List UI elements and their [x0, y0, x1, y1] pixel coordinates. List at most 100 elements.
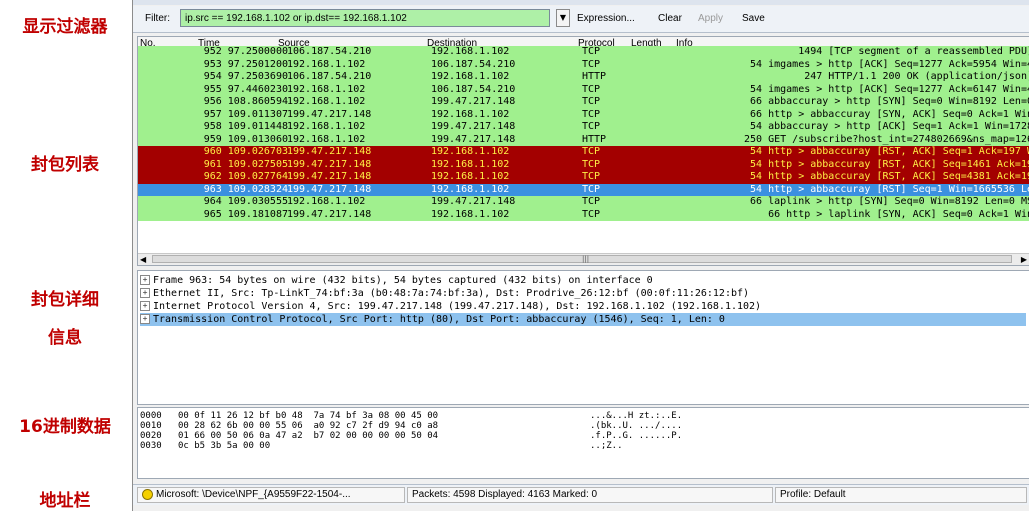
packet-list-pane: No. Time Source Destination Protocol Len…	[137, 36, 1029, 266]
packet-details-pane: + Frame 963: 54 bytes on wire (432 bits),…	[137, 270, 1029, 405]
packet-row[interactable]: 964 109.030555 192.168.1.102 199.47.217.14…	[138, 196, 1029, 209]
detail-tree-item[interactable]: + Frame 963: 54 bytes on wire (432 bits),…	[140, 274, 1026, 287]
packet-length-info: 250 GET /subscribe?host_int=274802669&ns…	[744, 133, 1029, 145]
hex-ascii: .f.P..G. ......P.	[590, 431, 683, 441]
packet-row[interactable]: 960 109.026703 199.47.217.148 192.168.1.10…	[138, 146, 1029, 159]
scroll-left-icon[interactable]: ◀	[140, 254, 146, 265]
save-button[interactable]: Save	[742, 13, 765, 24]
hex-offset: 0030	[140, 441, 162, 451]
packet-destination: 192.168.1.102	[431, 183, 510, 195]
packet-length-info: 66 laplink > http [SYN] Seq=0 Win=8192 L…	[750, 196, 1029, 207]
annotation-hex: 16进制数据	[19, 417, 111, 437]
packet-length-info: 66 abbaccuray > http [SYN] Seq=0 Win=819…	[750, 96, 1029, 107]
expand-plus-icon[interactable]: +	[140, 275, 150, 285]
packet-source: 192.168.1.102	[287, 196, 366, 207]
packet-list-hscrollbar[interactable]: ◀ ||| ▶	[138, 253, 1029, 265]
packet-no-time: 952 97.2500000	[203, 46, 288, 57]
detail-text: Transmission Control Protocol, Src Port:…	[153, 314, 725, 325]
packet-destination: 106.187.54.210	[431, 83, 516, 95]
packet-no-time: 953 97.2501200	[203, 58, 288, 70]
packet-length-info: 54 http > abbaccuray [RST] Seq=1 Win=166…	[750, 183, 1029, 195]
grip-icon: |||	[582, 255, 590, 263]
filter-label: Filter:	[145, 13, 170, 24]
packet-length-info: 54 imgames > http [ACK] Seq=1277 Ack=614…	[750, 83, 1029, 95]
packet-no-time: 959 109.013060	[203, 133, 288, 145]
detail-tree-item[interactable]: + Transmission Control Protocol, Src Port…	[140, 313, 1026, 326]
packet-row[interactable]: 956 108.860594 192.168.1.102 199.47.217.14…	[138, 96, 1029, 109]
expression-button[interactable]: Expression...	[577, 13, 635, 24]
status-packets: Packets: 4598 Displayed: 4163 Marked: 0	[407, 487, 773, 503]
packet-no-time: 962 109.027764	[203, 171, 288, 182]
packet-row[interactable]: 963 109.028324 199.47.217.148 192.168.1.10…	[138, 183, 1029, 196]
packet-protocol: TCP	[582, 171, 601, 182]
hex-bytes: 0c b5 3b 5a 00 00	[178, 441, 271, 451]
packet-destination: 199.47.217.148	[431, 121, 516, 132]
packet-destination: 192.168.1.102	[431, 46, 510, 57]
expand-plus-icon[interactable]: +	[140, 314, 150, 324]
hex-bytes: 00 0f 11 26 12 bf b0 48 7a 74 bf 3a 08 0…	[178, 411, 439, 421]
clear-button[interactable]: Clear	[658, 13, 682, 24]
packet-protocol: TCP	[582, 208, 601, 220]
packet-length-info: 1494 [TCP segment of a reassembled PDU]	[798, 46, 1029, 57]
expand-plus-icon[interactable]: +	[140, 301, 150, 311]
packet-length-info: 54 imgames > http [ACK] Seq=1277 Ack=595…	[750, 58, 1029, 70]
packet-length-info: 54 http > abbaccuray [RST, ACK] Seq=4381…	[750, 171, 1029, 182]
packet-destination: 192.168.1.102	[431, 71, 510, 82]
scroll-right-icon[interactable]: ▶	[1021, 254, 1027, 265]
packet-row[interactable]: 958 109.011448 192.168.1.102 199.47.217.14…	[138, 121, 1029, 134]
packet-no-time: 955 97.4460230	[203, 83, 288, 95]
packet-row[interactable]: 955 97.4460230 192.168.1.102 106.187.54.21…	[138, 83, 1029, 96]
packet-source: 192.168.1.102	[287, 121, 366, 132]
packet-protocol: TCP	[582, 108, 601, 120]
expand-plus-icon[interactable]: +	[140, 288, 150, 298]
packet-row[interactable]: 962 109.027764 199.47.217.148 192.168.1.10…	[138, 171, 1029, 184]
status-profile[interactable]: Profile: Default	[775, 487, 1027, 503]
packet-source: 192.168.1.102	[287, 133, 366, 145]
annotation-packet-details-1: 封包详细	[31, 290, 99, 310]
annotation-packet-list: 封包列表	[31, 155, 99, 175]
packet-source: 106.187.54.210	[287, 46, 372, 57]
packet-no-time: 961 109.027505	[203, 158, 288, 170]
packet-no-time: 957 109.011307	[203, 108, 288, 120]
packet-length-info: 66 http > laplink [SYN, ACK] Seq=0 Ack=1…	[768, 208, 1029, 220]
packet-length-info: 247 HTTP/1.1 200 OK (application/json)	[804, 71, 1029, 82]
packet-source: 199.47.217.148	[287, 108, 372, 120]
packet-bytes-pane: 0000 00 0f 11 26 12 bf b0 48 7a 74 bf 3a …	[137, 407, 1029, 479]
packet-destination: 192.168.1.102	[431, 108, 510, 120]
packet-row[interactable]: 965 109.181087 199.47.217.148 192.168.1.10…	[138, 208, 1029, 221]
packet-source: 199.47.217.148	[287, 183, 372, 195]
detail-text: Internet Protocol Version 4, Src: 199.47…	[153, 301, 762, 312]
filter-dropdown-button[interactable]: ▼	[556, 9, 570, 27]
packet-length-info: 66 http > abbaccuray [SYN, ACK] Seq=0 Ac…	[750, 108, 1029, 120]
detail-text: Frame 963: 54 bytes on wire (432 bits), …	[153, 275, 653, 286]
packet-source: 199.47.217.148	[287, 158, 372, 170]
filter-input[interactable]: ip.src == 192.168.1.102 or ip.dst== 192.…	[180, 9, 550, 27]
packet-row[interactable]: 959 109.013060 192.168.1.102 199.47.217.14…	[138, 133, 1029, 146]
packet-destination: 199.47.217.148	[431, 196, 516, 207]
wireshark-window: Filter: ip.src == 192.168.1.102 or ip.ds…	[132, 0, 1029, 511]
packet-protocol: TCP	[582, 83, 601, 95]
packet-row[interactable]: 954 97.2503690 106.187.54.210 192.168.1.10…	[138, 71, 1029, 84]
packet-row[interactable]: 953 97.2501200 192.168.1.102 106.187.54.21…	[138, 58, 1029, 71]
packet-no-time: 965 109.181087	[203, 208, 288, 220]
status-interface-text: Microsoft: \Device\NPF_{A9559F22-1504-..…	[156, 489, 351, 500]
packet-source: 192.168.1.102	[287, 58, 366, 70]
packet-protocol: TCP	[582, 196, 601, 207]
annotation-packet-details-2: 信息	[48, 328, 82, 348]
status-indicator-icon	[142, 488, 153, 500]
apply-button[interactable]: Apply	[698, 13, 723, 24]
packet-row[interactable]: 952 97.2500000 106.187.54.210 192.168.1.10…	[138, 46, 1029, 59]
detail-tree-item[interactable]: + Internet Protocol Version 4, Src: 199.4…	[140, 300, 1026, 313]
chevron-down-icon: ▼	[559, 13, 567, 22]
detail-text: Ethernet II, Src: Tp-LinkT_74:bf:3a (b0:…	[153, 288, 750, 299]
packet-destination: 192.168.1.102	[431, 208, 510, 220]
detail-tree-item[interactable]: + Ethernet II, Src: Tp-LinkT_74:bf:3a (b0…	[140, 287, 1026, 300]
packet-no-time: 954 97.2503690	[203, 71, 288, 82]
packet-protocol: HTTP	[582, 71, 607, 82]
packet-row[interactable]: 961 109.027505 199.47.217.148 192.168.1.10…	[138, 158, 1029, 171]
packet-destination: 192.168.1.102	[431, 171, 510, 182]
status-interface[interactable]: Microsoft: \Device\NPF_{A9559F22-1504-..…	[137, 487, 405, 503]
packet-row[interactable]: 957 109.011307 199.47.217.148 192.168.1.10…	[138, 108, 1029, 121]
packet-protocol: HTTP	[582, 133, 607, 145]
packet-length-info: 54 http > abbaccuray [RST, ACK] Seq=1 Ac…	[750, 146, 1029, 157]
